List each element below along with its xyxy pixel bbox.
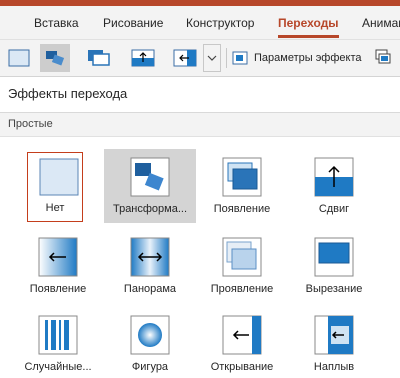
gallery-item-reveal[interactable]: Проявление bbox=[196, 229, 288, 303]
gallery-item-label: Проявление bbox=[210, 283, 274, 295]
morph-transition-icon bbox=[46, 51, 65, 66]
gallery-item-split[interactable]: Панорама bbox=[104, 229, 196, 303]
shape-transition-icon bbox=[130, 315, 170, 355]
gallery-item-label: Панорама bbox=[123, 283, 177, 295]
toolbar-morph-button[interactable] bbox=[40, 44, 70, 72]
gallery-item-label: Трансформа... bbox=[112, 203, 188, 215]
cut-transition-icon bbox=[314, 237, 354, 277]
effect-options-label: Параметры эффекта bbox=[254, 52, 362, 64]
gallery-item-random-bars[interactable]: Случайные... bbox=[12, 307, 104, 378]
tab-insert[interactable]: Вставка bbox=[34, 16, 79, 30]
tab-animations[interactable]: Анимац bbox=[362, 16, 400, 30]
panel-title: Эффекты перехода bbox=[8, 86, 128, 101]
ribbon-tabs: Вставка Рисование Конструктор Переходы А… bbox=[0, 6, 400, 40]
toolbar-none-button[interactable] bbox=[4, 44, 34, 72]
apply-to-all-button[interactable] bbox=[374, 48, 392, 71]
gallery-more-button[interactable] bbox=[203, 44, 221, 72]
tab-transitions[interactable]: Переходы bbox=[278, 16, 339, 38]
transitions-toolbar: Параметры эффекта bbox=[0, 40, 400, 77]
gallery-item-morph[interactable]: Трансформа... bbox=[104, 149, 196, 223]
apply-to-all-icon bbox=[375, 49, 391, 64]
push-transition-icon bbox=[314, 157, 354, 197]
gallery-item-label: Открывание bbox=[210, 361, 274, 373]
toolbar-push-button[interactable] bbox=[128, 44, 158, 72]
effect-options-icon bbox=[232, 51, 248, 65]
fade-transition-icon bbox=[88, 50, 110, 66]
gallery-item-label: Нет bbox=[45, 202, 65, 214]
toolbar-wipe-button[interactable] bbox=[170, 44, 200, 72]
reveal-transition-icon bbox=[222, 237, 262, 277]
gallery-item-none[interactable]: Нет bbox=[27, 152, 83, 222]
tab-design[interactable]: Конструктор bbox=[186, 16, 254, 30]
gallery-item-label: Вырезание bbox=[305, 283, 363, 295]
morph-transition-icon bbox=[130, 157, 170, 197]
gallery-item-uncover[interactable]: Открывание bbox=[196, 307, 288, 378]
gallery-item-fade[interactable]: Появление bbox=[196, 149, 288, 223]
chevron-down-icon bbox=[207, 55, 217, 61]
cover-transition-icon bbox=[314, 315, 354, 355]
tab-draw[interactable]: Рисование bbox=[103, 16, 163, 30]
gallery-item-shape[interactable]: Фигура bbox=[104, 307, 196, 378]
push-transition-icon bbox=[131, 49, 155, 67]
random-bars-transition-icon bbox=[38, 315, 78, 355]
gallery-item-cut[interactable]: Вырезание bbox=[288, 229, 380, 303]
gallery-item-cover[interactable]: Наплыв bbox=[288, 307, 380, 378]
toolbar-divider bbox=[226, 48, 227, 68]
gallery-item-push[interactable]: Сдвиг bbox=[288, 149, 380, 223]
gallery-item-label: Случайные... bbox=[24, 361, 92, 373]
none-transition-icon bbox=[8, 49, 30, 67]
uncover-transition-icon bbox=[222, 315, 262, 355]
transition-gallery: Нет Трансформа... Появление Сдвиг Появле… bbox=[0, 137, 400, 378]
wipe-transition-icon bbox=[173, 49, 197, 67]
section-label: Простые bbox=[8, 118, 53, 130]
gallery-item-label: Появление bbox=[213, 203, 271, 215]
none-transition-icon bbox=[39, 158, 79, 196]
toolbar-fade-button[interactable] bbox=[84, 44, 114, 72]
split-transition-icon bbox=[130, 237, 170, 277]
gallery-item-wipe[interactable]: Появление bbox=[12, 229, 104, 303]
fade-transition-icon bbox=[222, 157, 262, 197]
wipe-transition-icon bbox=[38, 237, 78, 277]
gallery-item-label: Появление bbox=[29, 283, 87, 295]
section-header: Простые bbox=[0, 113, 400, 137]
effect-options-button[interactable]: Параметры эффекта bbox=[232, 44, 362, 72]
gallery-item-label: Фигура bbox=[131, 361, 169, 373]
gallery-item-label: Сдвиг bbox=[318, 203, 350, 215]
gallery-item-label: Наплыв bbox=[313, 361, 355, 373]
